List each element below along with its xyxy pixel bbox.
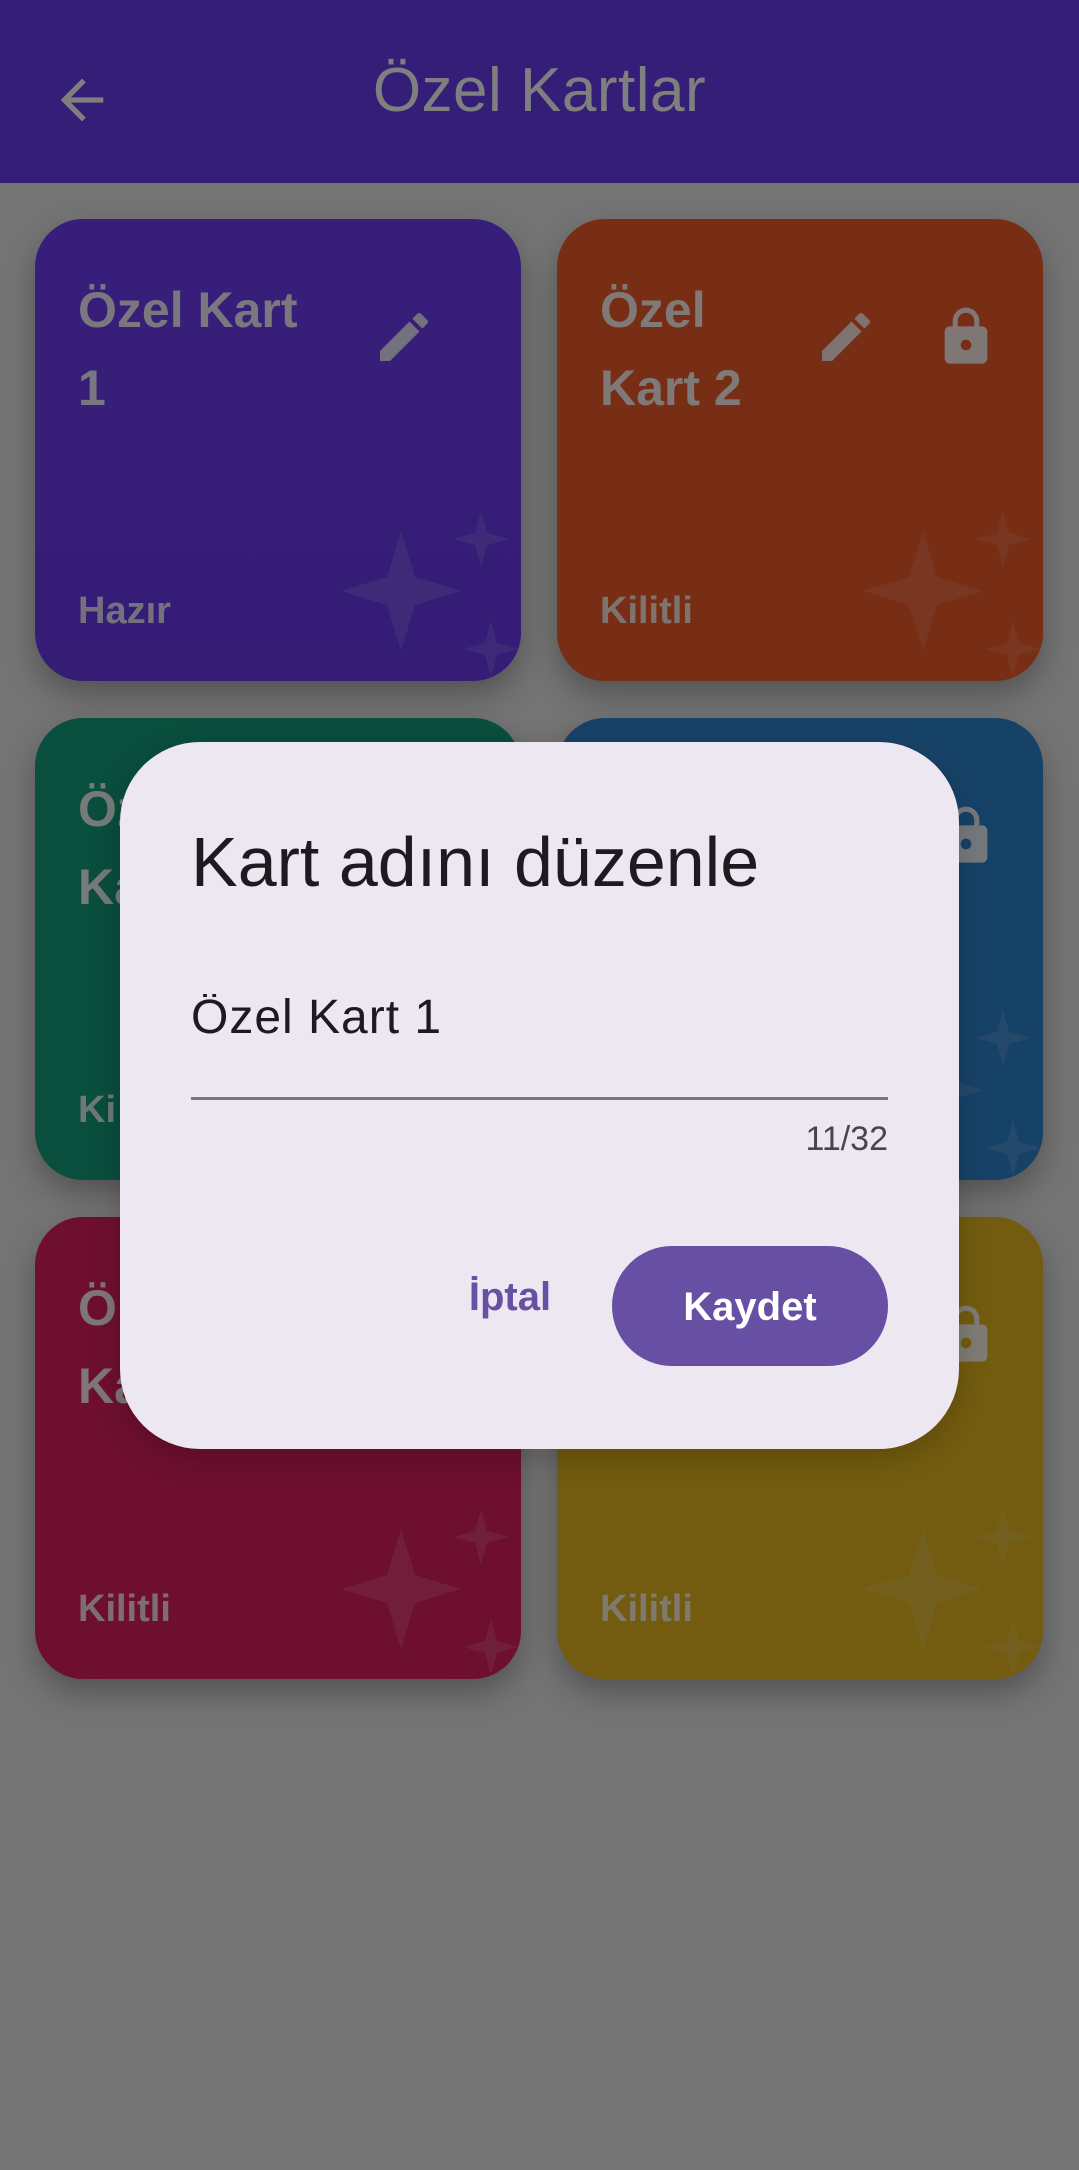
edit-name-dialog: Kart adını düzenle 11/32 İptal Kaydet: [120, 742, 959, 1449]
cancel-button[interactable]: İptal: [430, 1246, 590, 1346]
card-name-input[interactable]: [191, 994, 888, 1040]
save-button[interactable]: Kaydet: [612, 1246, 888, 1366]
dialog-title: Kart adını düzenle: [191, 823, 760, 901]
character-counter: 11/32: [805, 1120, 888, 1158]
input-underline: [191, 1097, 888, 1100]
